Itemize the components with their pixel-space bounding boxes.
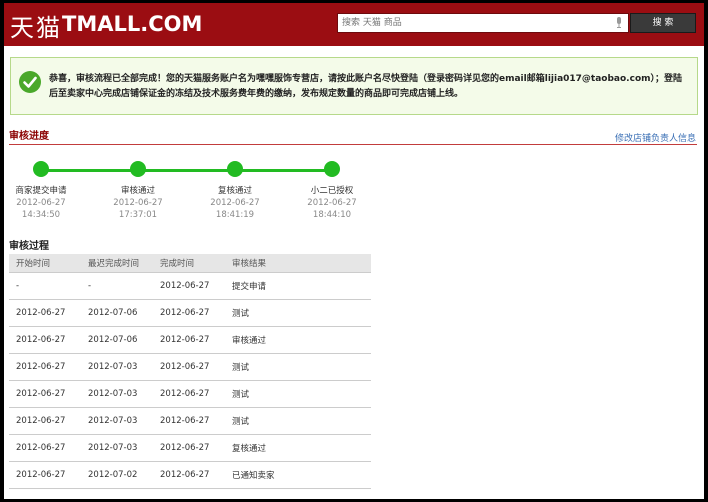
table-cell: 2012-06-27	[9, 407, 81, 435]
table-cell: 2012-07-02	[81, 461, 153, 489]
page-frame: 天猫 TMALL.COM 搜 索 恭喜，审核流程已全部完成！您的天猫服务账户名为…	[4, 3, 704, 499]
column-header: 最迟完成时间	[81, 254, 153, 273]
tmall-logo-cn[interactable]: 天猫	[10, 8, 62, 43]
table-row: 2012-06-27 2012-07-03 2012-06-27 测试	[9, 407, 371, 435]
step-dot	[227, 161, 243, 177]
edit-store-owner-link[interactable]: 修改店铺负责人信息	[615, 131, 696, 144]
table-cell: 测试	[225, 353, 371, 381]
step-date: 2012-06-27	[113, 198, 163, 208]
review-process-table: 开始时间 最迟完成时间 完成时间 审核结果 - - 2012-06-27 提交申…	[9, 254, 371, 489]
table-cell: 2012-06-27	[9, 299, 81, 327]
step-date: 2012-06-27	[16, 198, 66, 208]
table-cell: 2012-07-06	[81, 299, 153, 327]
table-cell: 2012-06-27	[153, 434, 225, 462]
table-cell: 2012-07-03	[81, 353, 153, 381]
table-cell: 2012-07-06	[81, 326, 153, 354]
table-cell: 审核通过	[225, 326, 371, 354]
table-row: 2012-06-27 2012-07-03 2012-06-27 测试	[9, 380, 371, 408]
table-cell: 测试	[225, 380, 371, 408]
table-cell: 2012-07-03	[81, 434, 153, 462]
step-time: 14:34:50	[21, 210, 61, 220]
step-label: 审核通过	[120, 186, 155, 196]
table-cell: 2012-06-27	[9, 353, 81, 381]
section-divider	[9, 144, 697, 145]
table-cell: 2012-06-27	[153, 272, 225, 300]
table-cell: 2012-06-27	[153, 407, 225, 435]
table-cell: 提交申请	[225, 272, 371, 300]
step-time: 18:44:10	[312, 210, 352, 220]
progress-line	[41, 169, 333, 172]
step-label: 小二已授权	[310, 186, 354, 196]
table-cell: 2012-07-03	[81, 407, 153, 435]
table-row: - - 2012-06-27 提交申请	[9, 272, 371, 300]
notice-text: 恭喜，审核流程已全部完成！您的天猫服务账户名为嘿嘿服饰专营店，请按此账户名尽快登…	[49, 74, 683, 99]
microphone-icon[interactable]	[616, 17, 622, 28]
table-cell: 2012-06-27	[9, 461, 81, 489]
table-cell: -	[9, 272, 81, 300]
step-dot	[33, 161, 49, 177]
table-cell: 2012-06-27	[9, 326, 81, 354]
progress-step: 审核通过 2012-06-27 17:37:01	[98, 160, 178, 220]
search-button[interactable]: 搜 索	[630, 13, 696, 33]
table-cell: 复核通过	[225, 434, 371, 462]
table-cell: 测试	[225, 407, 371, 435]
table-cell: 2012-06-27	[9, 434, 81, 462]
process-section-title: 审核过程	[9, 241, 49, 252]
step-label: 复核通过	[217, 186, 252, 196]
step-date: 2012-06-27	[307, 198, 357, 208]
table-cell: 2012-06-27	[153, 353, 225, 381]
table-cell: 2012-06-27	[153, 380, 225, 408]
progress-step: 复核通过 2012-06-27 18:41:19	[195, 160, 275, 220]
success-notice: 恭喜，审核流程已全部完成！您的天猫服务账户名为嘿嘿服饰专营店，请按此账户名尽快登…	[10, 57, 698, 115]
progress-step: 小二已授权 2012-06-27 18:44:10	[292, 160, 372, 220]
table-cell: 2012-06-27	[9, 380, 81, 408]
table-cell: 测试	[225, 299, 371, 327]
table-cell: 2012-07-03	[81, 380, 153, 408]
step-dot	[130, 161, 146, 177]
progress-step: 商家提交申请 2012-06-27 14:34:50	[4, 160, 81, 220]
column-header: 开始时间	[9, 254, 81, 273]
table-row: 2012-06-27 2012-07-03 2012-06-27 复核通过	[9, 434, 371, 462]
step-label: 商家提交申请	[15, 186, 67, 196]
site-header: 天猫 TMALL.COM 搜 索	[4, 3, 704, 46]
table-row: 2012-06-27 2012-07-06 2012-06-27 测试	[9, 299, 371, 327]
table-header-row: 开始时间 最迟完成时间 完成时间 审核结果	[9, 254, 371, 273]
search-box	[337, 13, 629, 33]
table-cell: 2012-06-27	[153, 299, 225, 327]
step-time: 17:37:01	[118, 210, 158, 220]
step-time: 18:41:19	[215, 210, 255, 220]
table-row: 2012-06-27 2012-07-06 2012-06-27 审核通过	[9, 326, 371, 354]
check-circle-icon	[19, 71, 41, 93]
review-progress-tracker: 商家提交申请 2012-06-27 14:34:50 审核通过 2012-06-…	[4, 160, 374, 230]
progress-section-title: 审核进度	[9, 131, 49, 142]
table-cell: 2012-06-27	[153, 461, 225, 489]
column-header: 审核结果	[225, 254, 371, 273]
table-row: 2012-06-27 2012-07-03 2012-06-27 测试	[9, 353, 371, 381]
table-row: 2012-06-27 2012-07-02 2012-06-27 已通知卖家	[9, 461, 371, 489]
table-cell: -	[81, 272, 153, 300]
step-date: 2012-06-27	[210, 198, 260, 208]
search-input[interactable]	[338, 14, 608, 32]
tmall-logo-en[interactable]: TMALL.COM	[62, 12, 202, 36]
table-cell: 已通知卖家	[225, 461, 371, 489]
column-header: 完成时间	[153, 254, 225, 273]
step-dot	[324, 161, 340, 177]
table-cell: 2012-06-27	[153, 326, 225, 354]
